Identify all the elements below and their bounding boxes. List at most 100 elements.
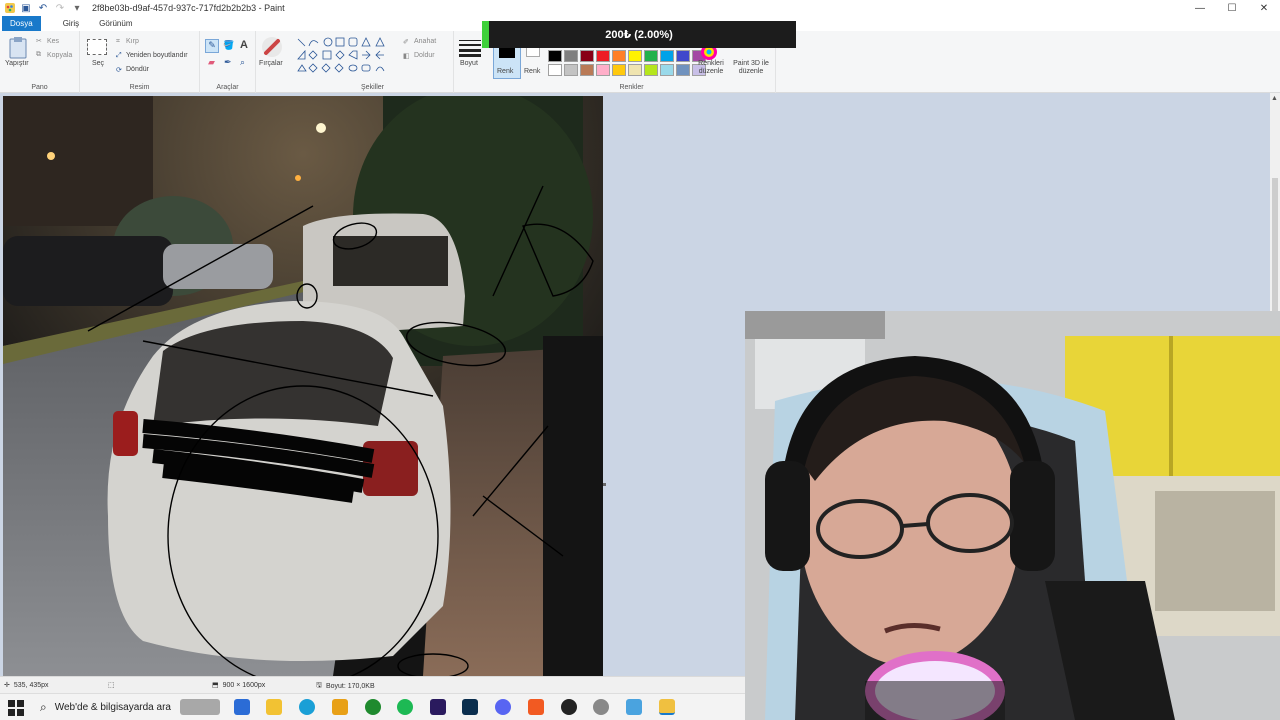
edge-icon[interactable]	[299, 699, 315, 715]
edit-colors-button[interactable]: Renkleri düzenle	[694, 60, 728, 76]
palette-swatch[interactable]	[676, 50, 690, 62]
brushes-button[interactable]: Fırçalar	[259, 60, 283, 67]
palette-swatch[interactable]	[612, 64, 626, 76]
pencil-icon[interactable]: ✎	[205, 39, 219, 53]
cut-icon[interactable]: ✂	[36, 37, 42, 45]
paste-icon[interactable]	[8, 36, 28, 60]
rotate-icon: ⟳	[116, 67, 122, 74]
eraser-icon[interactable]: ▰	[208, 57, 215, 68]
shapes-group: Anahat Doldur ✐ ◧ Şekiller	[292, 31, 454, 93]
image-group: Seç Kırp Yeniden boyutlandır Döndür ⌗ ⤢ …	[80, 31, 200, 93]
search-icon: ⌕	[40, 700, 47, 714]
tab-file[interactable]: Dosya	[2, 16, 41, 31]
palette-swatch[interactable]	[548, 64, 562, 76]
save-icon[interactable]: ▣	[19, 2, 33, 14]
brush-icon[interactable]	[260, 36, 284, 58]
palette-swatch[interactable]	[660, 64, 674, 76]
palette-swatch[interactable]	[564, 64, 578, 76]
palette-swatch[interactable]	[612, 50, 626, 62]
donation-overlay: 200₺ (2.00%)	[482, 21, 796, 48]
outline-icon: ✐	[403, 39, 409, 46]
redo-icon[interactable]: ↷	[53, 2, 67, 14]
magnifier-icon[interactable]: ⌕	[240, 57, 245, 68]
palette-swatch[interactable]	[644, 50, 658, 62]
resize-button[interactable]: Yeniden boyutlandır	[126, 52, 188, 59]
street-light	[316, 123, 326, 133]
xbox-icon[interactable]	[365, 699, 381, 715]
cut-button[interactable]: Kes	[47, 38, 59, 45]
dimensions-text: 900 × 1600px	[222, 681, 266, 689]
cursor-icon: ✛	[4, 682, 10, 689]
palette-swatch[interactable]	[628, 50, 642, 62]
store-app-icon[interactable]	[234, 699, 250, 715]
tools-group: ✎ 🪣 A ▰ ✒ ⌕ Araçlar	[200, 31, 256, 93]
crop-icon: ⌗	[116, 38, 120, 45]
rotate-button[interactable]: Döndür	[126, 66, 149, 73]
clipboard-group: Yapıştır ✂ Kes ⧉ Kopyala Pano	[0, 31, 80, 93]
discord-icon[interactable]	[495, 699, 511, 715]
obs-icon[interactable]	[561, 699, 577, 715]
palette-swatch[interactable]	[644, 64, 658, 76]
color-picker-icon[interactable]: ✒	[224, 57, 232, 68]
title-bar: ▣ ↶ ↷ ▾ 2f8be03b-d9af-457d-937c-717fd2b2…	[0, 0, 1280, 16]
palette-swatch[interactable]	[628, 64, 642, 76]
file-explorer-icon[interactable]	[266, 699, 282, 715]
color1-label: Renk	[497, 68, 514, 75]
fill-button[interactable]: Doldur	[414, 52, 435, 59]
palette-swatch[interactable]	[596, 50, 610, 62]
outline-button[interactable]: Anahat	[414, 38, 436, 45]
canvas-photo	[3, 96, 603, 676]
customize-quick-access-icon[interactable]: ▾	[70, 2, 84, 14]
snip-tool-icon[interactable]	[626, 699, 642, 715]
winamp-icon[interactable]	[332, 699, 348, 715]
minimize-button[interactable]: —	[1184, 0, 1216, 16]
file-size: 🖫 Boyut: 170,0KB	[316, 681, 375, 692]
paint-taskbar-icon[interactable]	[659, 699, 675, 715]
palette-swatch[interactable]	[548, 50, 562, 62]
palette-swatch[interactable]	[564, 50, 578, 62]
shapes-gallery-icon[interactable]	[296, 37, 394, 75]
size-icon[interactable]	[459, 39, 481, 57]
palette-swatch[interactable]	[580, 64, 594, 76]
palette-swatch[interactable]	[660, 50, 674, 62]
resize-icon: ⤢	[116, 52, 122, 59]
settings-icon[interactable]	[593, 699, 609, 715]
clipboard-label: Pano	[31, 84, 48, 91]
fill-shape-icon: ◧	[403, 53, 410, 60]
undo-icon[interactable]: ↶	[36, 2, 50, 14]
paint-app-icon	[5, 3, 15, 13]
image-dimensions: ⬒ 900 × 1600px	[212, 681, 266, 690]
copy-button[interactable]: Kopyala	[47, 52, 72, 59]
task-view-icon[interactable]	[180, 699, 220, 715]
overlay-text: 200₺ (2.00%)	[605, 29, 673, 41]
palette-swatch[interactable]	[676, 64, 690, 76]
brave-icon[interactable]	[528, 699, 544, 715]
tab-view[interactable]: Görünüm	[91, 16, 140, 31]
colors-label: Renkler	[619, 84, 644, 91]
fill-icon[interactable]: 🪣	[223, 40, 234, 51]
palette-swatch[interactable]	[580, 50, 594, 62]
text-icon[interactable]: A	[240, 39, 248, 51]
spotify-icon[interactable]	[397, 699, 413, 715]
canvas-resize-handle[interactable]	[603, 483, 606, 486]
maximize-button[interactable]: ☐	[1216, 0, 1248, 16]
copy-icon[interactable]: ⧉	[36, 51, 41, 59]
scroll-up-icon[interactable]: ▲	[1271, 95, 1278, 102]
windows-start-icon[interactable]	[8, 700, 24, 716]
select-icon[interactable]	[87, 39, 107, 55]
street-light	[47, 152, 55, 160]
color2-label: Renk	[524, 68, 541, 75]
paint3d-button[interactable]: Paint 3D ile düzenle	[732, 60, 770, 76]
size-button[interactable]: Boyut	[460, 60, 478, 67]
premiere-icon[interactable]	[430, 699, 446, 715]
palette-swatch[interactable]	[596, 64, 610, 76]
select-button[interactable]: Seç	[92, 60, 104, 67]
street-light	[295, 175, 301, 181]
photoshop-icon[interactable]	[462, 699, 478, 715]
tab-home[interactable]: Giriş	[55, 16, 87, 31]
crop-button[interactable]: Kırp	[126, 38, 139, 45]
paste-button[interactable]: Yapıştır	[5, 60, 29, 67]
drawing-canvas[interactable]	[3, 96, 603, 676]
webcam-feed	[745, 311, 1280, 720]
close-button[interactable]: ✕	[1248, 0, 1280, 16]
